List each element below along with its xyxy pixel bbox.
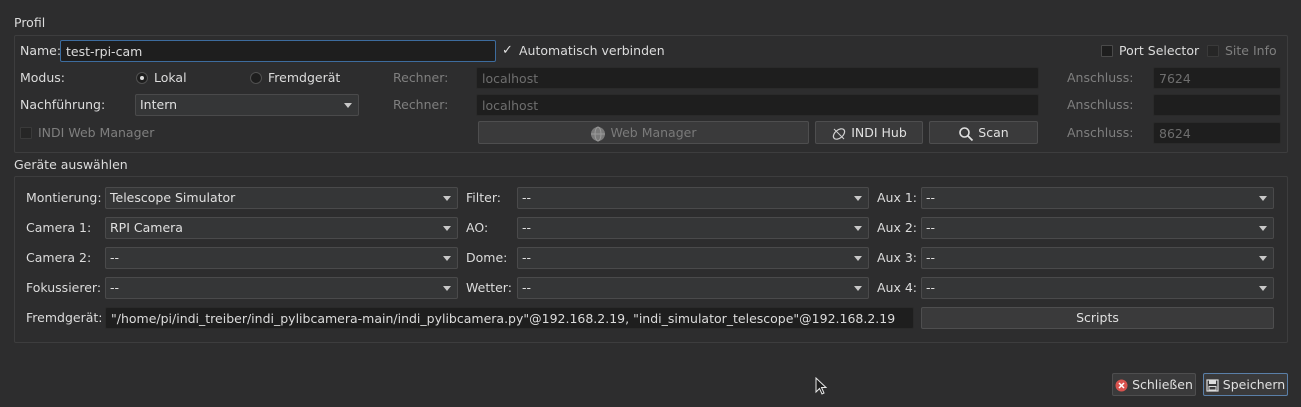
save-button-label: Speichern xyxy=(1222,377,1286,392)
mouse-cursor-icon xyxy=(815,377,828,395)
mode-label: Modus: xyxy=(20,70,66,85)
guide-port-label: Anschluss: xyxy=(1067,97,1134,112)
profile-section-title: Profil xyxy=(14,15,46,30)
satellite-icon xyxy=(832,127,846,140)
chevron-down-icon xyxy=(854,226,862,231)
web-port-label: Anschluss: xyxy=(1067,125,1134,140)
chevron-down-icon xyxy=(1259,256,1267,261)
indi-web-manager-label[interactable]: INDI Web Manager xyxy=(38,124,154,142)
port-selector-checkbox[interactable] xyxy=(1101,45,1113,57)
mount-select[interactable]: Telescope Simulator xyxy=(105,187,458,209)
focuser-select[interactable]: -- xyxy=(105,277,458,299)
mode-remote-label[interactable]: Fremdgerät xyxy=(268,69,340,87)
weather-select[interactable]: -- xyxy=(517,277,869,299)
aux2-select[interactable]: -- xyxy=(921,217,1274,239)
guiding-label: Nachführung: xyxy=(20,97,106,112)
chevron-down-icon xyxy=(443,196,451,201)
dome-select-value: -- xyxy=(522,250,532,265)
aux3-select[interactable]: -- xyxy=(921,247,1274,269)
chevron-down-icon xyxy=(854,286,862,291)
aux4-label: Aux 4: xyxy=(877,280,918,295)
camera2-label: Camera 2: xyxy=(26,250,92,265)
weather-select-value: -- xyxy=(522,280,532,295)
devices-section-title: Geräte auswählen xyxy=(14,157,128,172)
aux1-label: Aux 1: xyxy=(877,190,918,205)
camera1-select-value: RPI Camera xyxy=(110,220,183,235)
focuser-select-value: -- xyxy=(110,280,120,295)
site-info-checkbox[interactable] xyxy=(1207,45,1219,57)
filter-select[interactable]: -- xyxy=(517,187,869,209)
aux3-select-value: -- xyxy=(926,250,936,265)
mode-local-radio[interactable] xyxy=(136,72,148,84)
camera2-select[interactable]: -- xyxy=(105,247,458,269)
chevron-down-icon xyxy=(443,256,451,261)
port-input[interactable] xyxy=(1153,67,1281,89)
filter-select-value: -- xyxy=(522,190,532,205)
close-button[interactable]: Schließen xyxy=(1112,373,1196,396)
mode-local-label[interactable]: Lokal xyxy=(154,69,187,87)
profile-name-input[interactable] xyxy=(60,40,496,62)
indi-hub-button-label: INDI Hub xyxy=(851,125,907,140)
auto-connect-checkbox[interactable]: ✓ xyxy=(502,44,513,58)
ao-select-value: -- xyxy=(522,220,532,235)
chevron-down-icon xyxy=(854,196,862,201)
dome-select[interactable]: -- xyxy=(517,247,869,269)
mount-label: Montierung: xyxy=(26,190,102,205)
aux1-select[interactable]: -- xyxy=(921,187,1274,209)
guide-host-input[interactable] xyxy=(476,94,1039,116)
aux3-label: Aux 3: xyxy=(877,250,918,265)
remote-label: Fremdgerät: xyxy=(26,310,103,325)
port-label: Anschluss: xyxy=(1067,70,1134,85)
globe-icon xyxy=(591,126,606,141)
guide-host-label: Rechner: xyxy=(393,97,449,112)
host-label: Rechner: xyxy=(393,70,449,85)
indi-hub-button[interactable]: INDI Hub xyxy=(815,121,923,144)
mode-remote-radio[interactable] xyxy=(250,72,262,84)
focuser-label: Fokussierer: xyxy=(26,280,102,295)
chevron-down-icon xyxy=(443,286,451,291)
web-manager-button-label: Web Manager xyxy=(610,125,697,140)
filter-label: Filter: xyxy=(466,190,501,205)
camera1-label: Camera 1: xyxy=(26,220,92,235)
mount-select-value: Telescope Simulator xyxy=(110,190,236,205)
host-input[interactable] xyxy=(476,67,1039,89)
weather-label: Wetter: xyxy=(466,280,512,295)
dome-label: Dome: xyxy=(466,250,508,265)
ao-label: AO: xyxy=(466,220,489,235)
port-selector-label[interactable]: Port Selector xyxy=(1119,42,1199,60)
aux1-select-value: -- xyxy=(926,190,936,205)
aux4-select[interactable]: -- xyxy=(921,277,1274,299)
guide-port-input[interactable] xyxy=(1153,94,1281,116)
search-icon xyxy=(959,126,974,141)
floppy-disk-icon xyxy=(1206,379,1219,392)
auto-connect-label[interactable]: Automatisch verbinden xyxy=(519,42,665,60)
aux2-label: Aux 2: xyxy=(877,220,918,235)
remote-devices-input[interactable] xyxy=(105,307,914,329)
scan-button[interactable]: Scan xyxy=(929,121,1038,144)
web-manager-button[interactable]: Web Manager xyxy=(478,121,809,144)
site-info-label[interactable]: Site Info xyxy=(1225,42,1277,60)
indi-web-manager-checkbox[interactable] xyxy=(20,127,32,139)
name-label: Name: xyxy=(20,43,62,58)
camera1-select[interactable]: RPI Camera xyxy=(105,217,458,239)
guiding-select-value: Intern xyxy=(140,97,178,112)
scan-button-label: Scan xyxy=(978,125,1009,140)
guiding-select[interactable]: Intern xyxy=(135,94,359,116)
aux2-select-value: -- xyxy=(926,220,936,235)
chevron-down-icon xyxy=(1259,286,1267,291)
camera2-select-value: -- xyxy=(110,250,120,265)
close-button-label: Schließen xyxy=(1132,377,1193,392)
chevron-down-icon xyxy=(1259,226,1267,231)
chevron-down-icon xyxy=(854,256,862,261)
chevron-down-icon xyxy=(344,103,352,108)
aux4-select-value: -- xyxy=(926,280,936,295)
save-button[interactable]: Speichern xyxy=(1203,373,1288,396)
ao-select[interactable]: -- xyxy=(517,217,869,239)
close-icon xyxy=(1115,379,1128,392)
chevron-down-icon xyxy=(1259,196,1267,201)
scripts-button[interactable]: Scripts xyxy=(921,307,1274,329)
web-port-input[interactable] xyxy=(1153,122,1281,144)
chevron-down-icon xyxy=(443,226,451,231)
